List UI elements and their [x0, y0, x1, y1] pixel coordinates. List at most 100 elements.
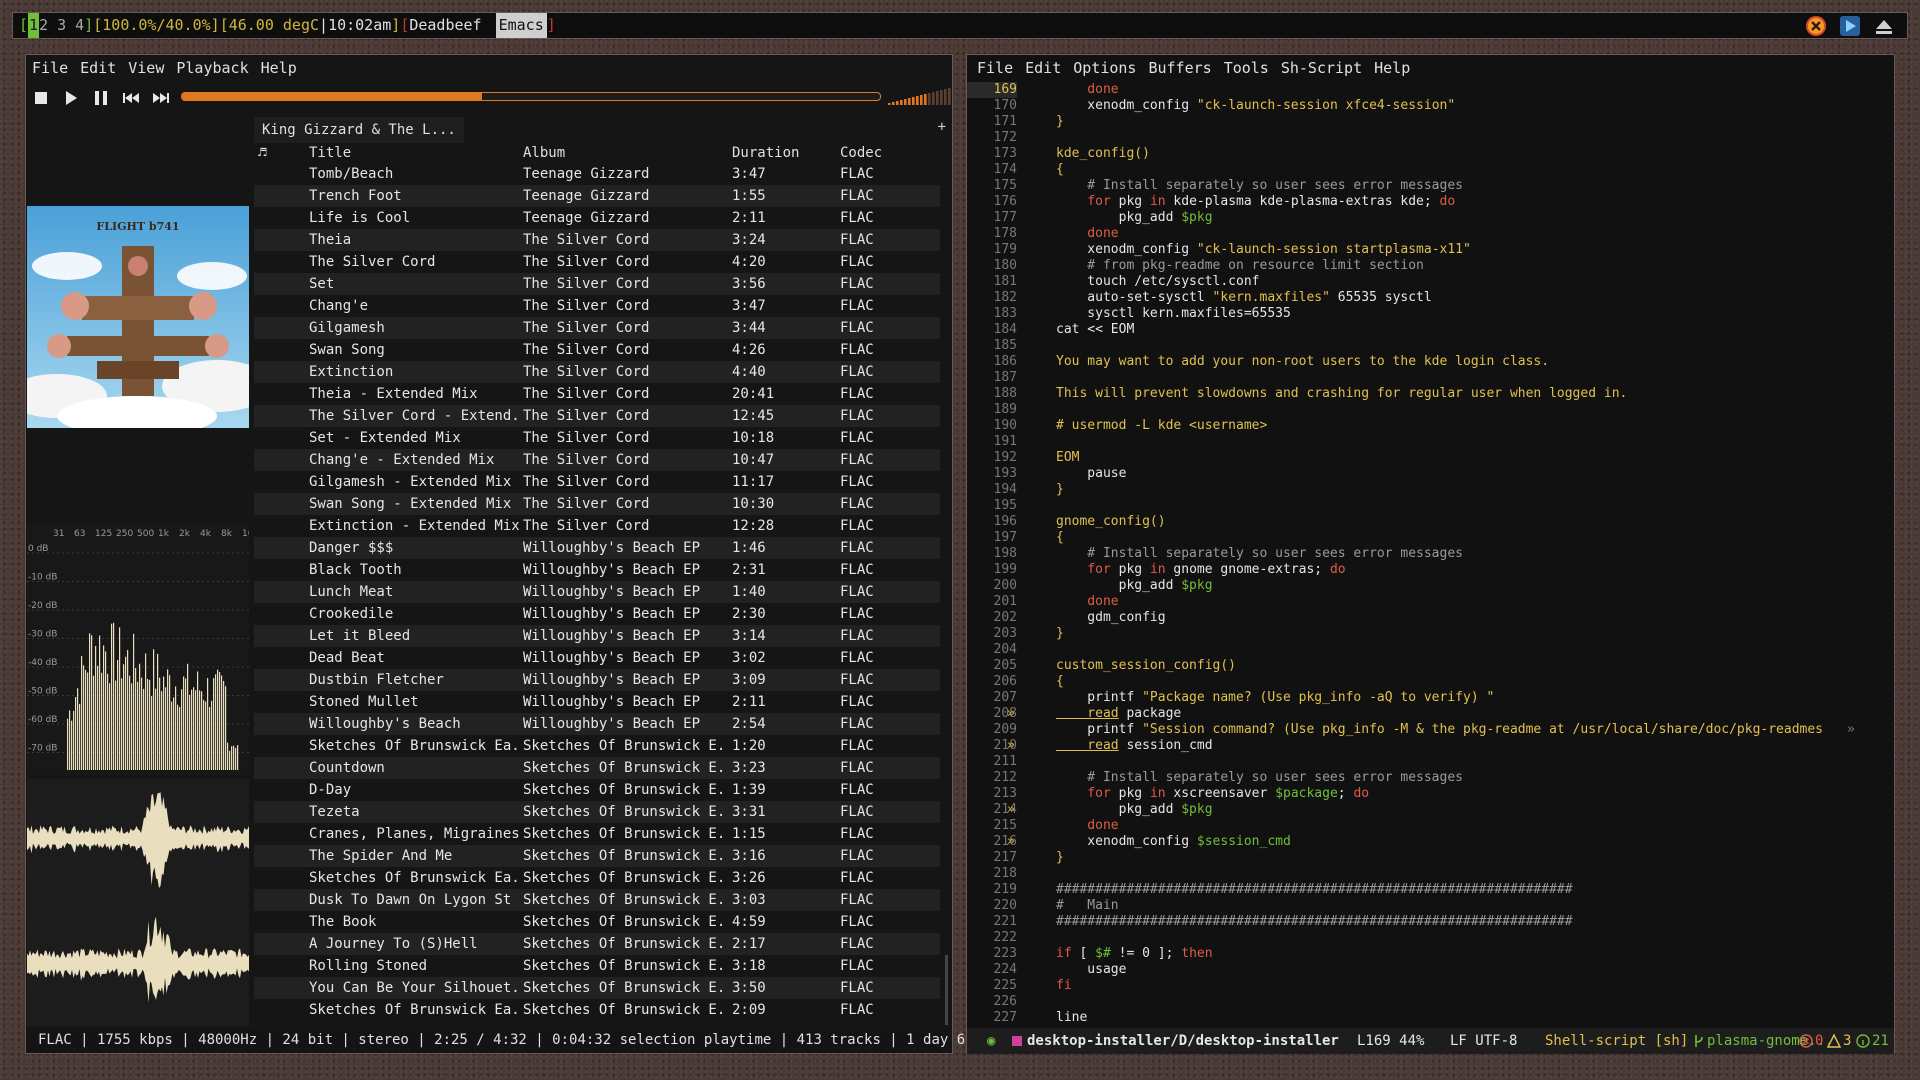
playlist-row[interactable]: Theia The Silver Cord 3:24 FLAC	[254, 229, 940, 251]
playlist-row[interactable]: Stoned Mullet Willoughby's Beach EP 2:11 FL…	[254, 691, 940, 713]
playlist-row[interactable]: Chang'e The Silver Cord 3:47 FLAC	[254, 295, 940, 317]
playlist-row[interactable]: Chang'e - Extended Mix The Silver Cord 10:…	[254, 449, 940, 471]
code-line[interactable]: 172	[967, 130, 1896, 146]
code-line[interactable]: 207 printf "Package name? (Use pkg_info …	[967, 690, 1896, 706]
playlist-row[interactable]: Dustbin Fletcher Willoughby's Beach EP 3:0…	[254, 669, 940, 691]
playlist-row[interactable]: The Spider And Me Sketches Of Brunswick E…	[254, 845, 940, 867]
workspaces[interactable]: 2 3 4	[39, 13, 84, 38]
menu-help[interactable]: Help	[261, 59, 297, 77]
code-line[interactable]: 210» read session_cmd	[967, 738, 1896, 754]
stop-icon[interactable]	[32, 89, 50, 107]
code-line[interactable]: 178 done	[967, 226, 1896, 242]
playlist-row[interactable]: Tomb/Beach Teenage Gizzard 3:47 FLAC	[254, 163, 940, 185]
code-line[interactable]: 224 usage	[967, 962, 1896, 978]
menu-view[interactable]: View	[128, 59, 164, 77]
workspace-1[interactable]: 1	[28, 13, 40, 38]
code-line[interactable]: 169 done	[967, 82, 1896, 98]
code-line[interactable]: 186 You may want to add your non-root use…	[967, 354, 1896, 370]
code-line[interactable]: 190 # usermod -L kde <username>	[967, 418, 1896, 434]
code-line[interactable]: 209 printf "Session command? (Use pkg_in…	[967, 722, 1896, 738]
code-line[interactable]: 214» pkg_add $pkg	[967, 802, 1896, 818]
code-line[interactable]: 195	[967, 498, 1896, 514]
code-line[interactable]: 222	[967, 930, 1896, 946]
code-line[interactable]: 192 EOM	[967, 450, 1896, 466]
playlist-row[interactable]: Gilgamesh The Silver Cord 3:44 FLAC	[254, 317, 940, 339]
menu-edit[interactable]: Edit	[80, 59, 116, 77]
col-duration-header[interactable]: Duration	[732, 143, 799, 163]
playlist-row[interactable]: Trench Foot Teenage Gizzard 1:55 FLAC	[254, 185, 940, 207]
playlist-row[interactable]: Set - Extended Mix The Silver Cord 10:18 FL…	[254, 427, 940, 449]
playlist-row[interactable]: Extinction - Extended Mix The Silver Cord…	[254, 515, 940, 537]
code-line[interactable]: 191	[967, 434, 1896, 450]
code-line[interactable]: 170 xenodm_config "ck-launch-session xfc…	[967, 98, 1896, 114]
code-line[interactable]: 176 for pkg in kde-plasma kde-plasma-ext…	[967, 194, 1896, 210]
playlist-row[interactable]: D-Day Sketches Of Brunswick E... 1:39 FLAC	[254, 779, 940, 801]
col-album-header[interactable]: Album	[523, 143, 565, 163]
seek-bar[interactable]	[181, 92, 881, 101]
code-line[interactable]: 175 # Install separately so user sees er…	[967, 178, 1896, 194]
code-line[interactable]: 196 gnome_config()	[967, 514, 1896, 530]
menu-buffers[interactable]: Buffers	[1148, 59, 1211, 77]
code-line[interactable]: 193 pause	[967, 466, 1896, 482]
code-line[interactable]: 204	[967, 642, 1896, 658]
playlist-row[interactable]: Lunch Meat Willoughby's Beach EP 1:40 FLAC	[254, 581, 940, 603]
buffer-name[interactable]: desktop-installer/D/desktop-installer	[1027, 1028, 1339, 1054]
code-line[interactable]: 171}	[967, 114, 1896, 130]
code-line[interactable]: 189	[967, 402, 1896, 418]
playlist-row[interactable]: The Silver Cord The Silver Cord 4:20 FLAC	[254, 251, 940, 273]
code-line[interactable]: 184 cat << EOM	[967, 322, 1896, 338]
code-line[interactable]: 223 if [ $# != 0 ]; then	[967, 946, 1896, 962]
playlist-row[interactable]: Theia - Extended Mix The Silver Cord 20:41…	[254, 383, 940, 405]
menu-playback[interactable]: Playback	[176, 59, 248, 77]
playlist-row[interactable]: Willoughby's Beach Willoughby's Beach EP 2…	[254, 713, 940, 735]
code-line[interactable]: 199 for pkg in gnome gnome-extras; do	[967, 562, 1896, 578]
playlist-row[interactable]: You Can Be Your Silhouet... Sketches Of B…	[254, 977, 940, 999]
pause-icon[interactable]	[92, 89, 110, 107]
playlist-row[interactable]: Swan Song The Silver Cord 4:26 FLAC	[254, 339, 940, 361]
playlist-row[interactable]: Black Tooth Willoughby's Beach EP 2:31 FLAC	[254, 559, 940, 581]
code-line[interactable]: 181 touch /etc/sysctl.conf	[967, 274, 1896, 290]
playlist-row[interactable]: Sketches Of Brunswick Ea... Sketches Of B…	[254, 735, 940, 757]
playlist-row[interactable]: Sketches Of Brunswick Ea... Sketches Of B…	[254, 999, 940, 1021]
code-line[interactable]: 182 auto-set-sysctl "kern.maxfiles" 6553…	[967, 290, 1896, 306]
menu-file[interactable]: File	[32, 59, 68, 77]
menu-tools[interactable]: Tools	[1224, 59, 1269, 77]
playlist-scrollbar[interactable]	[945, 955, 948, 1025]
encoding[interactable]: LF UTF-8	[1450, 1028, 1517, 1054]
code-buffer[interactable]: 169 done 170 xenodm_config "ck-launch-ses…	[967, 82, 1896, 1028]
playlist-row[interactable]: The Silver Cord - Extend... The Silver Co…	[254, 405, 940, 427]
code-line[interactable]: 225 fi	[967, 978, 1896, 994]
code-line[interactable]: 197 {	[967, 530, 1896, 546]
warning-count[interactable]: 3	[1843, 1028, 1851, 1054]
code-line[interactable]: 217}	[967, 850, 1896, 866]
code-line[interactable]: 200 pkg_add $pkg	[967, 578, 1896, 594]
info-count[interactable]: 21	[1872, 1028, 1889, 1054]
close-circle-icon[interactable]	[1805, 15, 1827, 37]
code-line[interactable]: 218	[967, 866, 1896, 882]
major-mode[interactable]: Shell-script [sh]	[1545, 1028, 1688, 1054]
playlist-row[interactable]: Crookedile Willoughby's Beach EP 2:30 FLAC	[254, 603, 940, 625]
code-line[interactable]: 183 sysctl kern.maxfiles=65535	[967, 306, 1896, 322]
code-line[interactable]: 221 #####################################…	[967, 914, 1896, 930]
playlist-row[interactable]: Gilgamesh - Extended Mix The Silver Cord 1…	[254, 471, 940, 493]
playlist-row[interactable]: Swan Song - Extended Mix The Silver Cord 1…	[254, 493, 940, 515]
next-icon[interactable]	[152, 89, 170, 107]
code-line[interactable]: 188 This will prevent slowdowns and crash…	[967, 386, 1896, 402]
playlist-row[interactable]: Sketches Of Brunswick Ea... Sketches Of B…	[254, 867, 940, 889]
code-line[interactable]: 180 # from pkg-readme on resource limit …	[967, 258, 1896, 274]
menu-file[interactable]: File	[977, 59, 1013, 77]
menu-options[interactable]: Options	[1073, 59, 1136, 77]
add-playlist-button[interactable]: +	[938, 119, 946, 135]
code-line[interactable]: 206 {	[967, 674, 1896, 690]
playlist-row[interactable]: Countdown Sketches Of Brunswick E... 3:23 F…	[254, 757, 940, 779]
playlist-row[interactable]: Extinction The Silver Cord 4:40 FLAC	[254, 361, 940, 383]
code-line[interactable]: 216» xenodm_config $session_cmd	[967, 834, 1896, 850]
code-line[interactable]: 201 done	[967, 594, 1896, 610]
playlist-row[interactable]: Let it Bleed Willoughby's Beach EP 3:14 FLA…	[254, 625, 940, 647]
playlist-row[interactable]: Tezeta Sketches Of Brunswick E... 3:31 FLAC	[254, 801, 940, 823]
menu-help[interactable]: Help	[1374, 59, 1410, 77]
code-line[interactable]: 227 line	[967, 1010, 1896, 1026]
code-line[interactable]: 211	[967, 754, 1896, 770]
code-line[interactable]: 194}	[967, 482, 1896, 498]
code-line[interactable]: 177 pkg_add $pkg	[967, 210, 1896, 226]
